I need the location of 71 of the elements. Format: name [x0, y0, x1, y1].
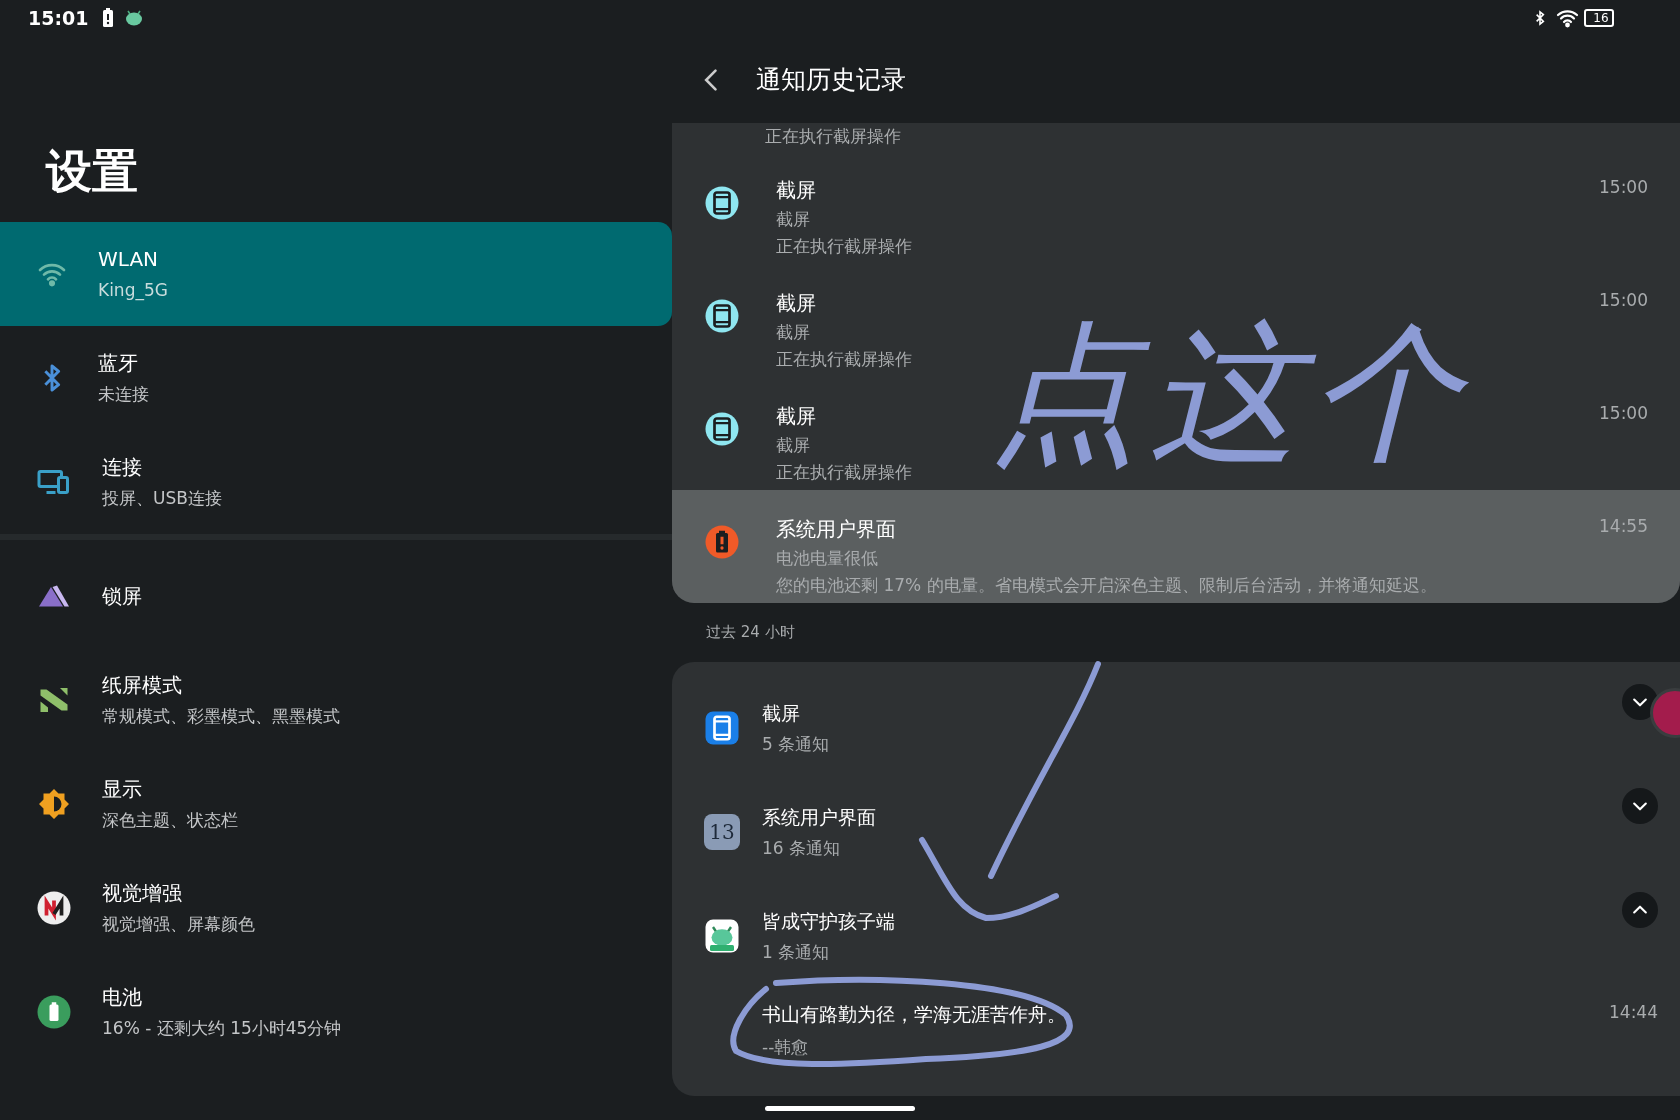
app-name: 系统用户界面	[762, 805, 877, 830]
app-icon: 13	[704, 814, 740, 850]
settings-item[interactable]: 蓝牙 未连接	[0, 326, 672, 430]
settings-item[interactable]: WLAN King_5G	[0, 222, 672, 326]
item-title: 视觉增强	[102, 880, 183, 908]
handwritten-note: 点这个	[990, 318, 1470, 468]
notification-text: 正在执行截屏操作	[776, 461, 913, 484]
notification-time: 14:44	[1609, 1001, 1658, 1024]
notification-count: 16 条通知	[762, 836, 842, 860]
section-label: 过去 24 小时	[706, 622, 795, 644]
item-subtitle: 视觉增强、屏幕颜色	[102, 913, 255, 937]
quote-text: 书山有路勤为径，学海无涯苦作舟。	[762, 1002, 1067, 1027]
notification-text: 您的电池还剩 17% 的电量。省电模式会开启深色主题、限制后台活动，并将通知延迟。	[776, 574, 1438, 597]
collapse-button[interactable]	[1622, 892, 1658, 928]
notification-text: 正在执行截屏操作	[776, 235, 913, 258]
wifi-icon	[1556, 8, 1580, 28]
screen-title: 通知历史记录	[756, 63, 906, 96]
notification-count: 1 条通知	[762, 940, 831, 964]
app-notification-row[interactable]: 皆成守护孩子端 1 条通知	[672, 884, 1680, 988]
expand-button[interactable]	[1622, 684, 1658, 720]
notification-app: 电池电量很低	[776, 547, 879, 570]
settings-item[interactable]: 锁屏	[0, 544, 672, 648]
notification-time: 15:00	[1599, 289, 1648, 312]
item-title: 纸屏模式	[102, 672, 183, 700]
notification-app: 截屏	[776, 321, 811, 344]
screenshot-icon	[704, 298, 740, 334]
item-subtitle: 深色主题、状态栏	[102, 809, 238, 833]
screenshot-icon	[704, 710, 740, 746]
battery-icon	[36, 994, 72, 1030]
item-title: 蓝牙	[98, 350, 139, 378]
battery-indicator: 16	[1584, 9, 1614, 27]
item-title: 显示	[102, 776, 143, 804]
notification-text: 正在执行截屏操作	[765, 125, 901, 149]
screenshot-icon	[704, 411, 740, 447]
settings-item[interactable]: 电池 16% - 还剩大约 15小时45分钟	[0, 960, 672, 1064]
clock: 15:01	[28, 5, 89, 31]
notification-app: 截屏	[776, 434, 811, 457]
notification-app: 截屏	[776, 208, 811, 231]
quote-author: --韩愈	[762, 1035, 810, 1059]
notification-text: 正在执行截屏操作	[776, 348, 913, 371]
battery-alert-icon	[704, 524, 740, 560]
item-subtitle: 常规模式、彩墨模式、黑墨模式	[102, 705, 340, 729]
item-subtitle: King_5G	[98, 279, 168, 303]
app-notification-row[interactable]: 13 系统用户界面 16 条通知	[672, 780, 1680, 884]
notification-time: 14:55	[1599, 515, 1648, 538]
notification-title: 截屏	[776, 177, 817, 204]
app-logo-icon	[36, 890, 72, 926]
app-name: 截屏	[762, 701, 801, 726]
item-title: 连接	[102, 454, 143, 482]
notification-time: 15:00	[1599, 176, 1648, 199]
notification-title: 截屏	[776, 290, 817, 317]
notification-row[interactable]: 系统用户界面 电池电量很低 您的电池还剩 17% 的电量。省电模式会开启深色主题、限制后台活动，并将通知延迟。 14:55	[672, 490, 1680, 603]
settings-item[interactable]: 连接 投屏、USB连接	[0, 430, 672, 534]
item-title: WLAN	[98, 246, 160, 274]
item-subtitle: 未连接	[98, 383, 149, 407]
notification-time: 15:00	[1599, 402, 1648, 425]
settings-item[interactable]: 纸屏模式 常规模式、彩墨模式、黑墨模式	[0, 648, 672, 752]
page-title: 设置	[44, 143, 139, 200]
expand-button[interactable]	[1622, 788, 1658, 824]
app-notification-row[interactable]: 截屏 5 条通知	[672, 676, 1680, 780]
item-subtitle: 投屏、USB连接	[102, 487, 222, 511]
item-title: 锁屏	[102, 583, 142, 610]
notification-count: 5 条通知	[762, 732, 831, 756]
settings-item[interactable]: 显示 深色主题、状态栏	[0, 752, 672, 856]
app-name: 皆成守护孩子端	[762, 909, 896, 934]
screenshot-icon	[704, 185, 740, 221]
settings-item[interactable]: 视觉增强 视觉增强、屏幕颜色	[0, 856, 672, 960]
item-title: 电池	[102, 984, 143, 1012]
notification-title: 系统用户界面	[776, 516, 897, 543]
item-subtitle: 16% - 还剩大约 15小时45分钟	[102, 1017, 342, 1041]
notification-title: 截屏	[776, 403, 817, 430]
